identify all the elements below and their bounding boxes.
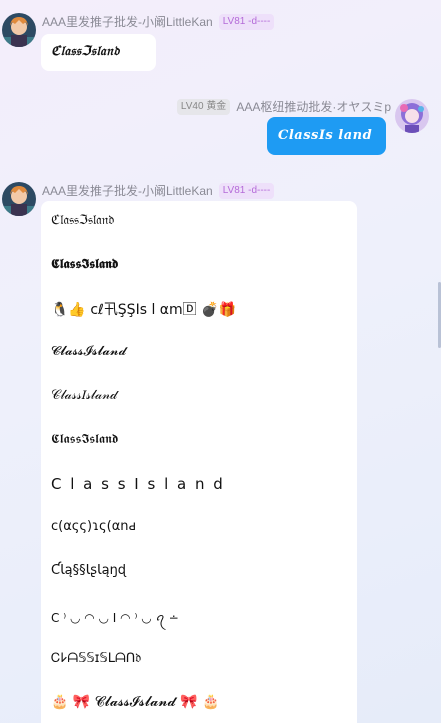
message-line: 𝒞𝓁𝒶𝓈𝓈𝐼𝓈𝓁𝒶𝓃𝒹 [51,388,117,403]
level-badge: LV81 -d---- [218,13,275,30]
sender-name[interactable]: AAA里发推子批发-小阚LittleKan [42,182,213,199]
message-line: C l a s s I s l a n d [51,475,225,493]
message-bubble[interactable]: ℭ𝔩𝔞𝔰𝔰ℑ𝔰𝔩𝔞𝔫𝔡 𝕮𝖑𝖆𝖘𝖘𝕴𝖘𝖑𝖆𝖓𝖉 🐧👍 cℓ卂ŞŞIs l αm🄳… [41,201,357,723]
message-text: ClassIs land [278,128,373,143]
level-badge: LV81 -d---- [218,182,275,199]
message-line: c(αςς)ɿς(αnԁ [51,519,137,534]
avatar[interactable] [2,182,36,216]
avatar[interactable] [2,13,36,47]
message-line: 𝕮𝖑𝖆𝖘𝖘𝕴𝖘𝖑𝖆𝖓𝖉 [51,432,119,447]
message-bubble[interactable]: ClassIs land [267,117,386,155]
message-bubble[interactable]: ℭ𝔩𝔞𝔰𝔰ℑ𝔰𝔩𝔞𝔫𝔡 [41,34,156,71]
message-text: ℭ𝔩𝔞𝔰𝔰ℑ𝔰𝔩𝔞𝔫𝔡 [51,44,120,59]
message-line: 𝕮𝖑𝖆𝖘𝖘𝕴𝖘𝖑𝖆𝖓𝖉 [51,257,119,272]
sender-name[interactable]: AAA枢纽推动批发·オヤスミp [236,98,391,115]
message-line: C ⁾ ◡ ◠ ◡ I ◠ ⁾ ◡ ꪖ ∸ [51,611,179,625]
message-line: ℭ𝔩𝔞𝔰𝔰ℑ𝔰𝔩𝔞𝔫𝔡 [51,213,115,228]
message-line: 🎂 🎀 𝓒𝓵𝓪𝓼𝓼𝓘𝓼𝓵𝓪𝓷𝓭 🎀 🎂 [51,694,220,710]
message-line: Ꮯ𐌋ᗩ𝕊𝕊ɪ𝕊ᒪᗩᑎ𝔡 [51,651,142,666]
message-line: 🐧👍 cℓ卂ŞŞIs l αm🄳 💣🎁 [51,302,236,318]
message-line: 𝓒𝓵𝓪𝓼𝓼𝓘𝓼𝓵𝓪𝓷𝓭 [51,344,127,359]
level-badge: LV40 黄金 [176,98,231,115]
avatar[interactable] [395,99,429,133]
sender-name[interactable]: AAA里发推子批发-小阚LittleKan [42,13,213,30]
message-line: ƇƖą§§ƖʂƖąŋɖ [51,563,127,578]
